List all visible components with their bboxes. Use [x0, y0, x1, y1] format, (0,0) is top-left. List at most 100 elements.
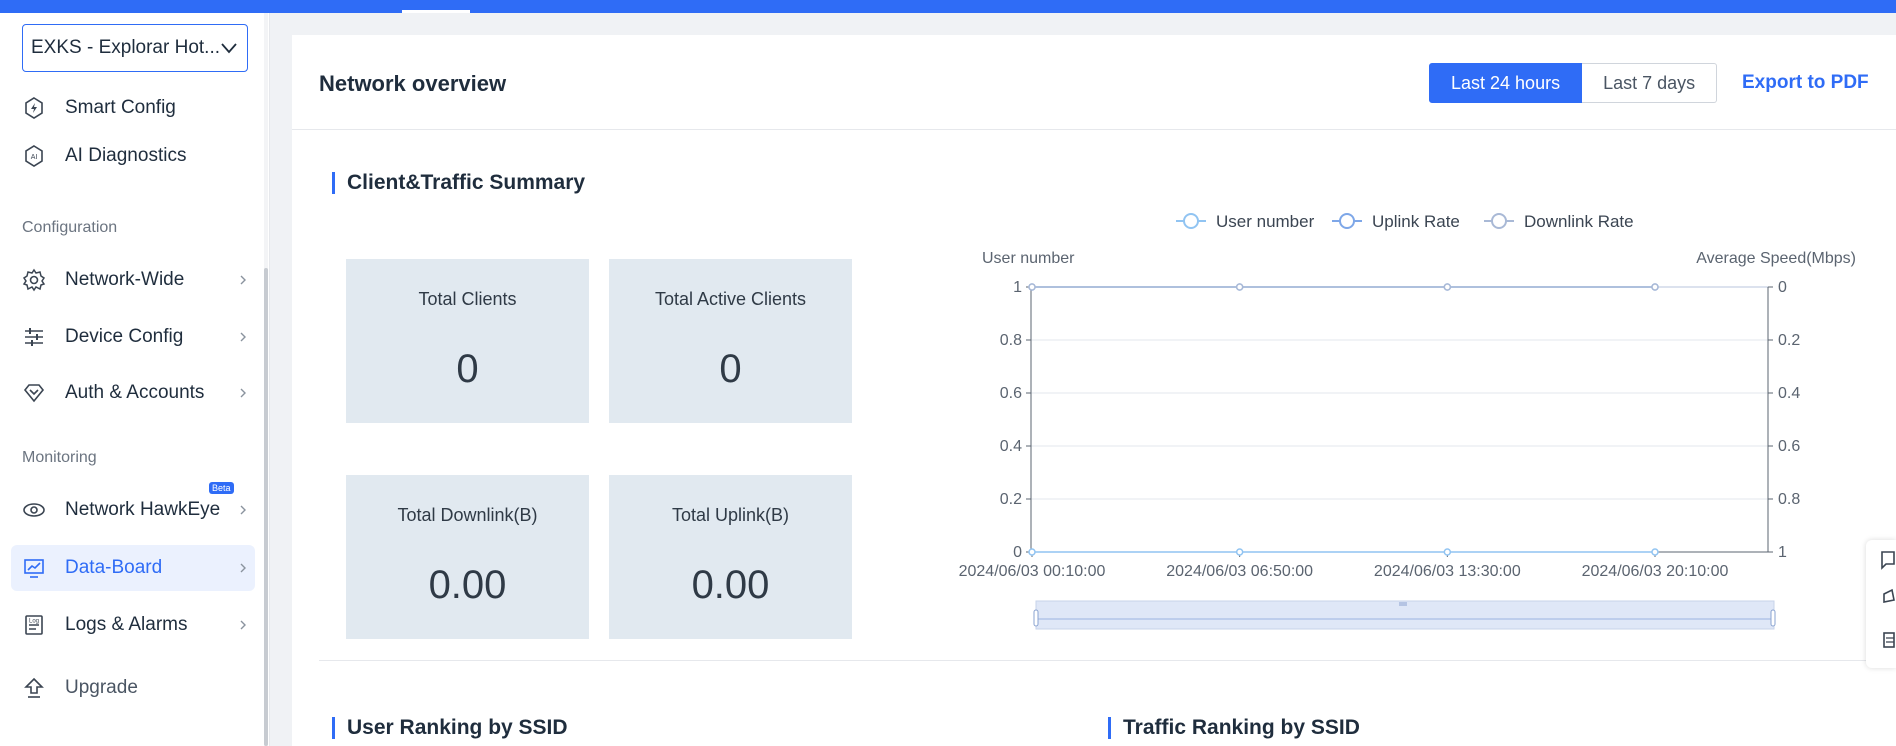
sidebar-item-label: Device Config [65, 326, 184, 347]
sidebar-item-ai-diagnostics[interactable]: AI AI Diagnostics [11, 133, 255, 179]
sidebar-item-device-config[interactable]: Device Config [11, 314, 255, 360]
zoom-grip[interactable] [1399, 602, 1407, 606]
stat-card-label: Total Uplink(B) [671, 505, 790, 525]
left-tick-label: 0 [1013, 544, 1022, 561]
stat-card-total-active-clients: Total Active Clients 0 [609, 259, 852, 423]
sidebar-item-auth-accounts[interactable]: Auth & Accounts [11, 370, 255, 416]
chat-icon[interactable] [1881, 551, 1895, 570]
sidebar: EXKS - Explorar Hot... Smart Config AI A… [0, 13, 270, 746]
right-tick-label: 0.4 [1778, 385, 1800, 402]
chevron-right-icon [240, 275, 246, 285]
series-point [1651, 283, 1659, 291]
eye-icon [21, 497, 47, 523]
section-label-monitoring: Monitoring [22, 449, 97, 466]
left-tick-label: 0.8 [1000, 332, 1022, 349]
stat-card-label: Total Active Clients [654, 289, 807, 309]
network-overview-panel: Network overview Last 24 hours Last 7 da… [292, 35, 1896, 746]
range-last-24-hours-button[interactable]: Last 24 hours [1429, 63, 1583, 103]
x-tick-label: 2024/06/03 13:30:00 [1374, 563, 1521, 580]
sidebar-item-logs-alarms[interactable]: Log Logs & Alarms [11, 602, 255, 648]
right-tick-label: 1 [1778, 544, 1787, 561]
stat-card-value: 0 [719, 347, 742, 391]
section-label-configuration: Configuration [22, 219, 118, 236]
feedback-icon[interactable] [1883, 588, 1895, 603]
logs-icon: Log [21, 612, 47, 638]
left-tick-label: 0.4 [1000, 438, 1022, 455]
stat-card-total-clients: Total Clients 0 [346, 259, 589, 423]
diamond-icon [21, 380, 47, 406]
x-tick-label: 2024/06/03 00:10:00 [959, 563, 1106, 580]
series-point [1443, 548, 1452, 556]
site-select-label: EXKS - Explorar Hot... [31, 37, 219, 58]
legend-marker [1491, 213, 1507, 229]
sidebar-item-label: AI Diagnostics [65, 145, 187, 166]
active-tab-indicator [402, 10, 470, 13]
sidebar-item-smart-config[interactable]: Smart Config [11, 85, 255, 131]
series-point [1235, 548, 1244, 556]
right-tick-label: 0.8 [1778, 491, 1800, 508]
sidebar-item-label: Smart Config [65, 97, 176, 118]
user-ranking-title: User Ranking by SSID [332, 717, 568, 739]
zoom-handle-left[interactable] [1033, 609, 1039, 627]
right-tick-label: 0 [1778, 279, 1787, 296]
left-tick-label: 1 [1013, 279, 1022, 296]
sidebar-item-label: Logs & Alarms [65, 614, 188, 635]
chevron-right-icon [240, 332, 246, 342]
legend-label: Uplink Rate [1372, 212, 1460, 231]
sidebar-item-data-board[interactable]: Data-Board [11, 545, 255, 591]
x-tick-label: 2024/06/03 06:50:00 [1166, 563, 1313, 580]
page-title: Network overview [319, 71, 507, 96]
stat-card-total-downlink: Total Downlink(B) 0.00 [346, 475, 589, 639]
right-tick-label: 0.6 [1778, 438, 1800, 455]
right-axis-title: Average Speed(Mbps) [1696, 250, 1856, 267]
sidebar-item-label: Upgrade [65, 677, 138, 698]
chevron-right-icon [240, 620, 246, 630]
traffic-ranking-title: Traffic Ranking by SSID [1108, 717, 1360, 739]
range-last-7-days-button[interactable]: Last 7 days [1582, 63, 1718, 103]
sidebar-item-label: Data-Board [65, 557, 163, 578]
series-point [1443, 283, 1452, 291]
legend-marker [1183, 213, 1199, 229]
client-traffic-chart: User number Uplink Rate Downlink Rate User … [959, 212, 1856, 630]
site-select-dropdown[interactable]: EXKS - Explorar Hot... [22, 24, 248, 72]
zoom-handle-right[interactable] [1770, 609, 1776, 627]
right-tick-label: 0.2 [1778, 332, 1800, 349]
upgrade-icon [21, 675, 47, 701]
time-range-toggle: Last 24 hours Last 7 days [1429, 63, 1718, 103]
legend-label: Downlink Rate [1524, 212, 1634, 231]
left-axis-title: User number [982, 250, 1075, 267]
series-point [1028, 283, 1036, 291]
top-header-bar [0, 0, 1896, 13]
stat-card-total-uplink: Total Uplink(B) 0.00 [609, 475, 852, 639]
sidebar-item-label: Auth & Accounts [65, 382, 205, 403]
legend-label: User number [1216, 212, 1315, 231]
left-tick-label: 0.2 [1000, 491, 1022, 508]
legend-marker [1339, 213, 1355, 229]
chevron-right-icon [240, 505, 246, 515]
sidebar-item-label: Network HawkEye [65, 499, 221, 520]
sidebar-item-upgrade[interactable]: Upgrade [11, 665, 255, 711]
beta-badge: Beta [209, 482, 234, 494]
gear-icon [21, 267, 47, 293]
x-tick-label: 2024/06/03 20:10:00 [1582, 563, 1729, 580]
ai-diagnostics-icon: AI [21, 143, 47, 169]
dashboard-icon [21, 555, 47, 581]
floating-toolbar [1866, 540, 1896, 668]
chevron-right-icon [240, 563, 246, 573]
series-point [1235, 283, 1244, 291]
panel-header: Network overview Last 24 hours Last 7 da… [292, 35, 1896, 130]
sidebar-scrollbar[interactable] [264, 268, 268, 746]
stat-card-label: Total Clients [418, 289, 517, 309]
section-divider [319, 660, 1896, 661]
client-traffic-summary-title: Client&Traffic Summary [332, 172, 585, 194]
chevron-right-icon [240, 388, 246, 398]
stat-card-value: 0 [456, 347, 479, 391]
svg-text:AI: AI [31, 154, 38, 161]
stat-card-value: 0.00 [428, 563, 507, 607]
svg-text:Log: Log [29, 619, 39, 625]
sidebar-item-label: Network-Wide [65, 269, 185, 290]
document-icon[interactable] [1883, 632, 1895, 648]
export-pdf-link[interactable]: Export to PDF [1742, 72, 1869, 94]
series-point [1651, 548, 1659, 556]
sidebar-item-network-wide[interactable]: Network-Wide [11, 257, 255, 303]
